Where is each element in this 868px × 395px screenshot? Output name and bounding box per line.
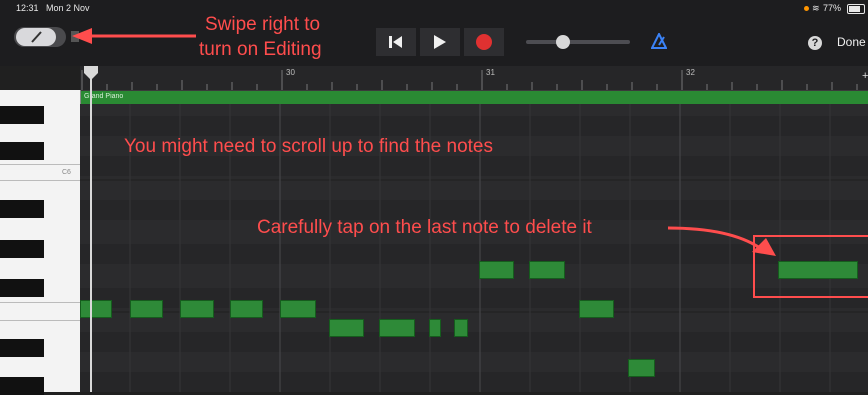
annotation-swipe-line1: Swipe right to xyxy=(205,14,321,35)
annotation-scroll: You might need to scroll up to find the … xyxy=(124,136,493,157)
annotation-swipe-line2: turn on Editing xyxy=(199,39,322,60)
annotation-overlay xyxy=(72,28,868,298)
annotation-delete: Carefully tap on the last note to delete… xyxy=(257,217,592,238)
